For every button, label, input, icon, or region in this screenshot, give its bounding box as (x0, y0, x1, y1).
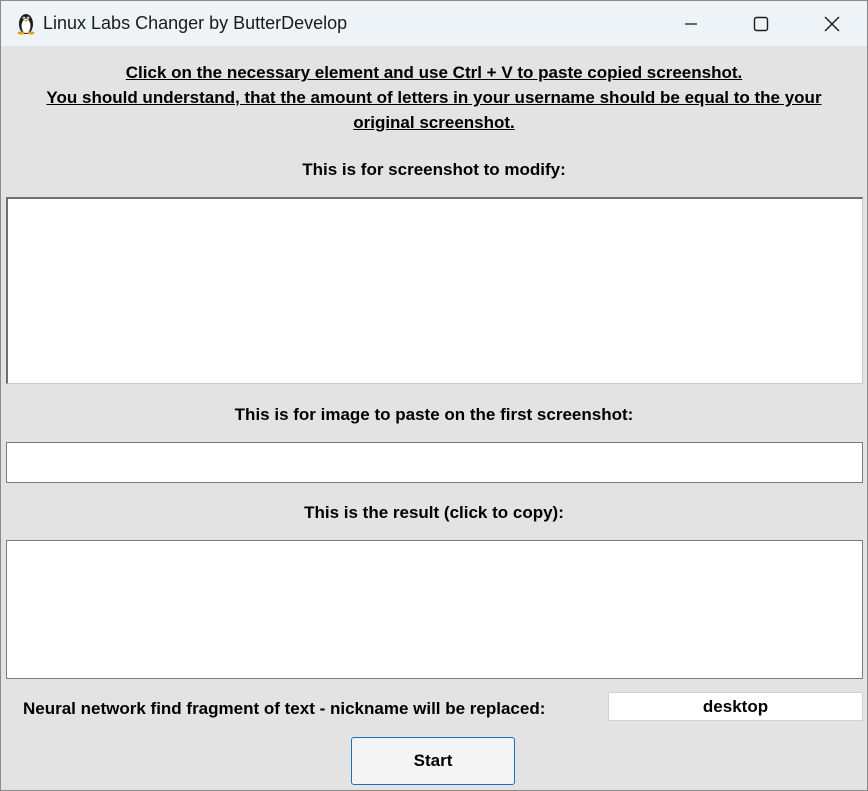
instruction-line-3: original screenshot. (353, 113, 515, 132)
nickname-field[interactable]: desktop (608, 692, 863, 721)
start-button[interactable]: Start (351, 737, 515, 785)
paste-image-label: This is for image to paste on the first … (234, 405, 634, 424)
minimize-button[interactable] (656, 1, 726, 46)
penguin-icon (15, 11, 37, 35)
nickname-label: Neural network find fragment of text - n… (23, 699, 546, 718)
result-label: This is the result (click to copy): (304, 503, 564, 522)
title-bar[interactable]: Linux Labs Changer by ButterDevelop (1, 1, 867, 46)
window-title: Linux Labs Changer by ButterDevelop (43, 13, 348, 33)
result-area[interactable] (6, 540, 863, 679)
app-window: Linux Labs Changer by ButterDevelop Clic… (0, 0, 868, 791)
maximize-button[interactable] (726, 1, 796, 46)
modify-screenshot-area[interactable] (6, 197, 863, 384)
maximize-icon (753, 16, 769, 31)
close-icon (824, 16, 840, 31)
instruction-line-1: Click on the necessary element and use C… (125, 63, 743, 82)
modify-screenshot-label: This is for screenshot to modify: (302, 160, 566, 179)
paste-image-area[interactable] (6, 442, 863, 483)
instruction-line-2: You should understand, that the amount o… (46, 88, 822, 107)
minimize-icon (685, 22, 697, 25)
close-button[interactable] (797, 1, 867, 46)
